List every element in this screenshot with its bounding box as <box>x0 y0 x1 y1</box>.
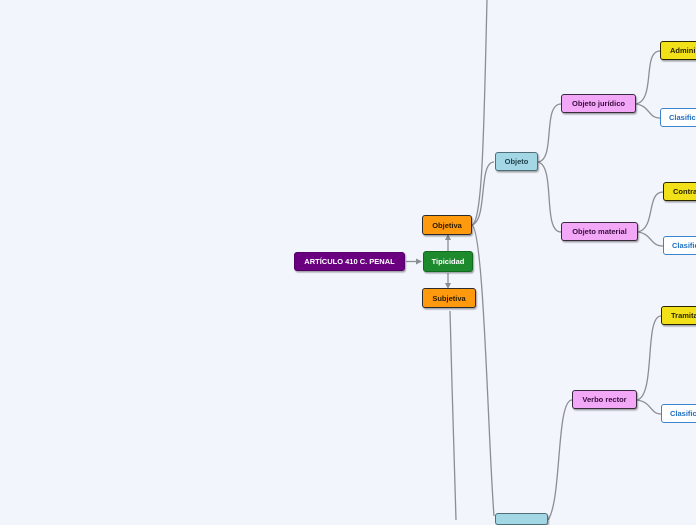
node-tipicidad-label: Tipicidad <box>431 257 465 266</box>
node-subjetiva-label: Subjetiva <box>432 293 466 303</box>
connector-objeto-to-material <box>537 161 562 233</box>
node-verbo-rector-label: Verbo rector <box>582 395 627 404</box>
node-contra-label: Contra <box>673 187 696 196</box>
node-objeto-label: Objeto <box>504 157 529 166</box>
connector-objetiva-down <box>471 224 495 517</box>
node-clasific-verbo[interactable]: Clasific <box>661 404 696 423</box>
root-node-label: ARTÍCULO 410 C. PENAL <box>304 257 395 266</box>
node-tipicidad[interactable]: Tipicidad <box>423 251 473 272</box>
connector-verbo-to-tramita <box>636 315 662 401</box>
connector-subjetiva-down <box>449 310 457 520</box>
node-clasific-juridico-label: Clasific <box>669 113 696 122</box>
connector-objetiva-to-objeto <box>471 161 495 226</box>
node-objeto-juridico[interactable]: Objeto jurídico <box>561 94 636 113</box>
connector-juridico-to-clasific-1 <box>635 103 661 119</box>
node-subjetiva[interactable]: Subjetiva <box>422 288 476 308</box>
node-clasific-material-label: Clasific <box>672 241 696 250</box>
connector-verbo-to-clasific-3 <box>636 399 662 415</box>
connector-objetiva-up <box>471 0 488 226</box>
node-admini[interactable]: Admini <box>660 41 696 60</box>
node-objeto[interactable]: Objeto <box>495 152 538 171</box>
node-clasific-material[interactable]: Clasific <box>663 236 696 255</box>
connector-to-verbo-rector <box>547 399 573 520</box>
connector-objeto-to-juridico <box>537 103 562 163</box>
node-admini-label: Admini <box>670 46 696 55</box>
node-tramita-label: Tramita <box>671 311 696 320</box>
node-objetiva[interactable]: Objetiva <box>422 215 472 235</box>
root-node-articulo-410[interactable]: ARTÍCULO 410 C. PENAL <box>294 252 405 271</box>
node-clasific-verbo-label: Clasific <box>670 409 696 418</box>
connector-material-to-contra <box>637 191 664 233</box>
node-verbo-rector[interactable]: Verbo rector <box>572 390 637 409</box>
node-objetiva-label: Objetiva <box>432 220 462 230</box>
node-contra[interactable]: Contra <box>663 182 696 201</box>
connector-juridico-to-admini <box>635 50 661 105</box>
arrowhead-right-icon <box>416 258 422 265</box>
connector-material-to-clasific-2 <box>637 231 664 247</box>
node-partial-bottom[interactable] <box>495 513 548 525</box>
node-objeto-juridico-label: Objeto jurídico <box>572 99 625 108</box>
node-objeto-material-label: Objeto material <box>572 227 627 236</box>
node-objeto-material[interactable]: Objeto material <box>561 222 638 241</box>
node-clasific-juridico[interactable]: Clasific <box>660 108 696 127</box>
node-tramita[interactable]: Tramita <box>661 306 696 325</box>
